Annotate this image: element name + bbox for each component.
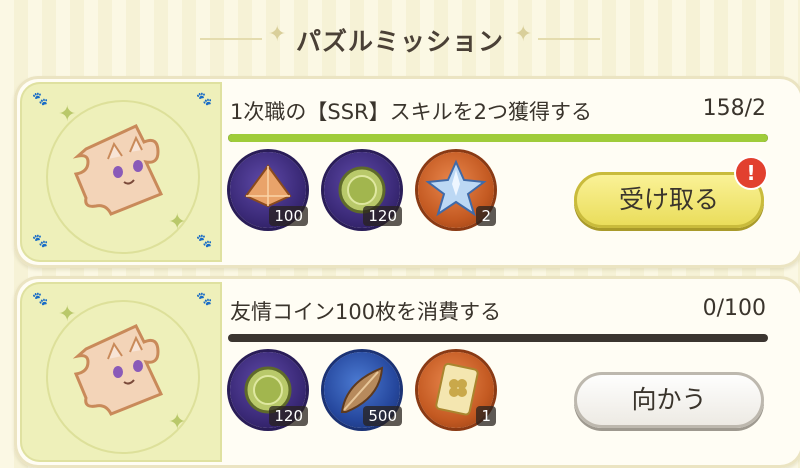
paw-icon: 🐾 (196, 92, 213, 107)
header-divider-right (538, 38, 600, 40)
sparkle-icon: ✦ (514, 22, 533, 47)
mission-emblem: 🐾 🐾 ✦ ✦ (20, 282, 222, 462)
paw-icon: 🐾 (32, 234, 49, 249)
go-button[interactable]: 向かう (574, 372, 764, 428)
reward-item[interactable]: 2 (418, 152, 496, 228)
reward-count: 1 (476, 406, 496, 426)
paw-icon: 🐾 (32, 92, 49, 107)
claim-button[interactable]: 受け取る (574, 172, 764, 228)
mission-card: 🐾 🐾 ✦ ✦ 友情コイン100枚を消費する 0/100 120 500 1 向… (14, 276, 800, 468)
paw-icon: 🐾 (196, 234, 213, 249)
reward-item[interactable]: 100 (230, 152, 308, 228)
notification-badge: ! (736, 158, 766, 188)
cat-puzzle-piece-icon (72, 324, 164, 416)
reward-item[interactable]: 500 (324, 352, 402, 428)
mission-card: 🐾 🐾 🐾 🐾 ✦ ✦ 1次職の【SSR】スキルを2つ獲得する 158/2 10… (14, 76, 800, 268)
mission-task-text: 友情コイン100枚を消費する (230, 300, 502, 324)
mission-progress-text: 158/2 (702, 96, 766, 121)
header: ✦ パズルミッション ✦ (0, 0, 800, 72)
progress-bar (228, 134, 768, 142)
progress-bar-fill (228, 134, 768, 142)
reward-item[interactable]: 120 (324, 152, 402, 228)
reward-count: 120 (363, 206, 402, 226)
mission-emblem: 🐾 🐾 🐾 🐾 ✦ ✦ (20, 82, 222, 262)
reward-count: 120 (269, 406, 308, 426)
cat-puzzle-piece-icon (72, 124, 164, 216)
header-divider-left (200, 38, 262, 40)
reward-item[interactable]: 120 (230, 352, 308, 428)
reward-count: 2 (476, 206, 496, 226)
mission-task-text: 1次職の【SSR】スキルを2つ獲得する (230, 100, 592, 124)
progress-bar (228, 334, 768, 342)
paw-icon: 🐾 (196, 292, 213, 307)
paw-icon: 🐾 (32, 292, 49, 307)
page-title: パズルミッション (295, 27, 504, 56)
reward-count: 100 (269, 206, 308, 226)
mission-progress-text: 0/100 (702, 296, 766, 321)
reward-count: 500 (363, 406, 402, 426)
reward-item[interactable]: 1 (418, 352, 496, 428)
sparkle-icon: ✦ (268, 22, 287, 47)
